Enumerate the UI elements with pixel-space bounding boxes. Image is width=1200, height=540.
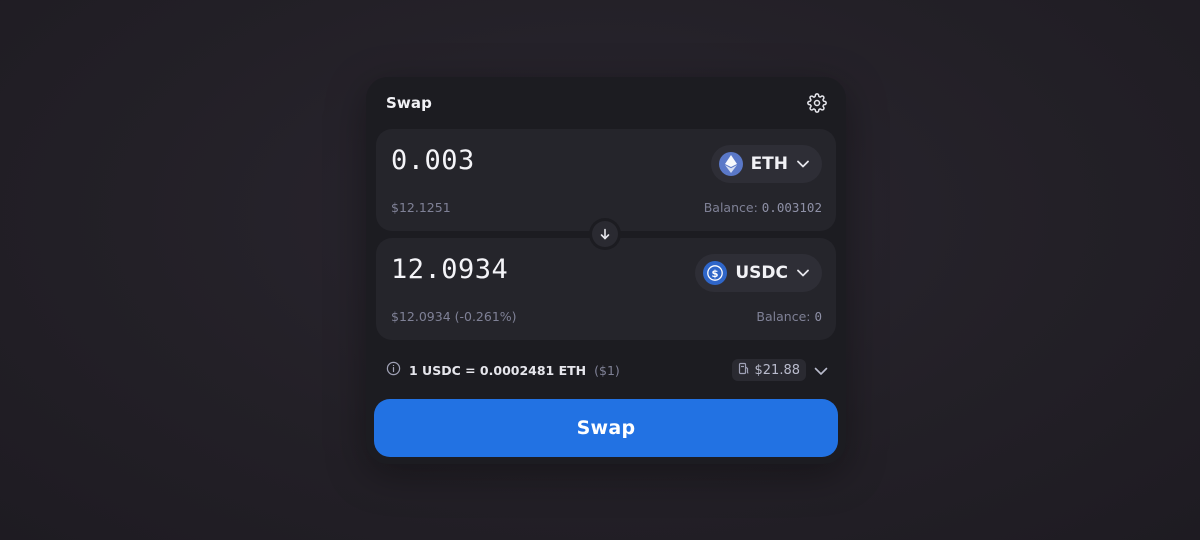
to-token-selector[interactable]: $ USDC — [695, 254, 822, 292]
chevron-down-icon — [796, 266, 810, 280]
from-amount-input[interactable]: 0.003 — [391, 145, 475, 176]
switch-direction-button[interactable] — [589, 218, 621, 250]
to-usd-value: $12.0934 (-0.261%) — [391, 309, 517, 324]
from-token-label: ETH — [750, 154, 788, 174]
gas-pump-icon — [738, 362, 750, 379]
swap-widget: Swap 0.003 ETH $12.1251 Balance: 0.00310… — [366, 77, 846, 464]
swap-button[interactable]: Swap — [374, 399, 838, 457]
swap-title: Swap — [386, 94, 432, 112]
to-balance: Balance: 0 — [756, 309, 822, 324]
gas-fee-badge: $21.88 — [731, 359, 806, 381]
usdc-icon: $ — [703, 261, 728, 285]
from-balance-value: 0.003102 — [761, 200, 822, 215]
exchange-rate-text: 1 USDC = 0.0002481 ETH — [409, 362, 587, 378]
eth-icon — [718, 152, 743, 176]
to-token-label: USDC — [735, 263, 788, 283]
arrow-down-icon[interactable] — [592, 221, 618, 247]
to-balance-value: 0 — [814, 309, 822, 324]
info-icon — [386, 361, 401, 380]
gear-icon[interactable] — [806, 92, 828, 114]
chevron-down-icon[interactable] — [814, 361, 828, 380]
chevron-down-icon — [796, 157, 810, 171]
exchange-rate-usd: ($1) — [594, 362, 620, 378]
to-amount-output: 12.0934 — [391, 254, 509, 285]
gas-fee-value: $21.88 — [754, 362, 801, 378]
from-panel: 0.003 ETH $12.1251 Balance: 0.003102 — [376, 129, 836, 231]
rate-row: 1 USDC = 0.0002481 ETH ($1) $21.88 — [386, 358, 828, 382]
exchange-rate[interactable]: 1 USDC = 0.0002481 ETH ($1) — [386, 361, 620, 380]
swap-header: Swap — [386, 91, 828, 115]
to-panel: 12.0934 $ USDC $12.0934 (-0.261%) Balanc… — [376, 238, 836, 340]
gas-info: $21.88 — [731, 359, 829, 381]
to-balance-label: Balance: — [756, 309, 811, 324]
from-token-selector[interactable]: ETH — [710, 145, 822, 183]
from-balance: Balance: 0.003102 — [704, 200, 822, 215]
svg-text:$: $ — [712, 269, 719, 280]
from-usd-value: $12.1251 — [391, 200, 451, 215]
from-balance-label: Balance: — [703, 200, 758, 215]
